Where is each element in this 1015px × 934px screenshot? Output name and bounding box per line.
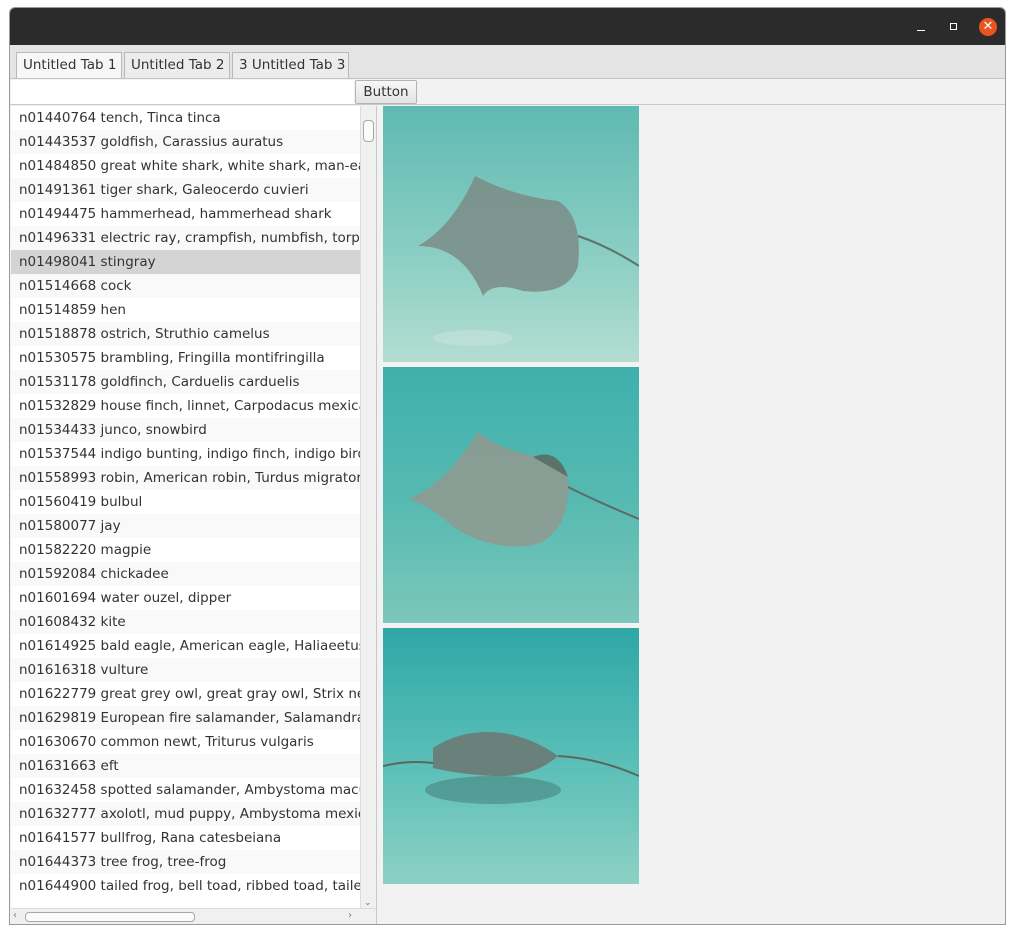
- list-item[interactable]: n01514668 cock: [11, 274, 360, 298]
- horizontal-scroll-thumb[interactable]: [25, 912, 195, 922]
- list-item[interactable]: n01496331 electric ray, crampfish, numbf…: [11, 226, 360, 250]
- scroll-left-arrow-icon[interactable]: ‹: [13, 910, 17, 921]
- tab-untitled-2[interactable]: Untitled Tab 2: [124, 52, 230, 78]
- list-item[interactable]: n01534433 junco, snowbird: [11, 418, 360, 442]
- list-item[interactable]: n01641577 bullfrog, Rana catesbeiana: [11, 826, 360, 850]
- title-bar: ✕: [10, 8, 1005, 45]
- tab-strip: Untitled Tab 1 Untitled Tab 2 3 Untitled…: [10, 45, 1005, 79]
- list-item[interactable]: n01608432 kite: [11, 610, 360, 634]
- vertical-scrollbar[interactable]: ⌄: [360, 106, 376, 908]
- toolbar: Button: [10, 79, 1005, 105]
- list-item[interactable]: n01616318 vulture: [11, 658, 360, 682]
- stingray-photo-3: [383, 628, 639, 884]
- list-item[interactable]: n01443537 goldfish, Carassius auratus: [11, 130, 360, 154]
- list-item[interactable]: n01560419 bulbul: [11, 490, 360, 514]
- tab-untitled-1[interactable]: Untitled Tab 1: [16, 52, 122, 78]
- list-item[interactable]: n01644900 tailed frog, bell toad, ribbed…: [11, 874, 360, 898]
- list-item[interactable]: n01491361 tiger shark, Galeocerdo cuvier…: [11, 178, 360, 202]
- list-item[interactable]: n01631663 eft: [11, 754, 360, 778]
- list-item[interactable]: n01632777 axolotl, mud puppy, Ambystoma …: [11, 802, 360, 826]
- list-item[interactable]: n01531178 goldfinch, Carduelis carduelis: [11, 370, 360, 394]
- stingray-photo-2: [383, 367, 639, 623]
- list-item[interactable]: n01601694 water ouzel, dipper: [11, 586, 360, 610]
- list-item[interactable]: n01622779 great grey owl, great gray owl…: [11, 682, 360, 706]
- maximize-icon[interactable]: [945, 18, 963, 36]
- list-item[interactable]: n01592084 chickadee: [11, 562, 360, 586]
- list-item[interactable]: n01582220 magpie: [11, 538, 360, 562]
- list-item[interactable]: n01644373 tree frog, tree-frog: [11, 850, 360, 874]
- list-item[interactable]: n01518878 ostrich, Struthio camelus: [11, 322, 360, 346]
- list-item[interactable]: n01537544 indigo bunting, indigo finch, …: [11, 442, 360, 466]
- tab-untitled-3[interactable]: 3 Untitled Tab 3: [232, 52, 349, 78]
- list-item[interactable]: n01530575 brambling, Fringilla montifrin…: [11, 346, 360, 370]
- list-item[interactable]: n01632458 spotted salamander, Ambystoma …: [11, 778, 360, 802]
- scroll-down-arrow-icon[interactable]: ⌄: [364, 898, 372, 908]
- list-item[interactable]: n01484850 great white shark, white shark…: [11, 154, 360, 178]
- minimize-icon[interactable]: [912, 18, 930, 36]
- list-item[interactable]: n01629819 European fire salamander, Sala…: [11, 706, 360, 730]
- list-item[interactable]: n01558993 robin, American robin, Turdus …: [11, 466, 360, 490]
- vertical-scroll-thumb[interactable]: [363, 120, 374, 142]
- stingray-photo-1: [383, 106, 639, 362]
- scroll-right-arrow-icon[interactable]: ›: [348, 910, 352, 921]
- list-item[interactable]: n01494475 hammerhead, hammerhead shark: [11, 202, 360, 226]
- horizontal-scrollbar[interactable]: ‹ ›: [11, 908, 376, 924]
- list-item[interactable]: n01498041 stingray: [11, 250, 360, 274]
- list-item[interactable]: n01614925 bald eagle, American eagle, Ha…: [11, 634, 360, 658]
- list-item[interactable]: n01514859 hen: [11, 298, 360, 322]
- list-rows: n01440764 tench, Tinca tinca n01443537 go…: [11, 106, 360, 908]
- list-item[interactable]: n01532829 house finch, linnet, Carpodacu…: [11, 394, 360, 418]
- list-item[interactable]: n01580077 jay: [11, 514, 360, 538]
- list-item[interactable]: n01630670 common newt, Triturus vulgaris: [11, 730, 360, 754]
- action-button[interactable]: Button: [355, 80, 417, 104]
- class-list: n01440764 tench, Tinca tinca n01443537 go…: [11, 106, 377, 924]
- close-icon[interactable]: ✕: [979, 18, 997, 36]
- list-item[interactable]: n01440764 tench, Tinca tinca: [11, 106, 360, 130]
- text-input[interactable]: [11, 80, 354, 104]
- app-window: ✕ Untitled Tab 1 Untitled Tab 2 3 Untitl…: [9, 7, 1006, 925]
